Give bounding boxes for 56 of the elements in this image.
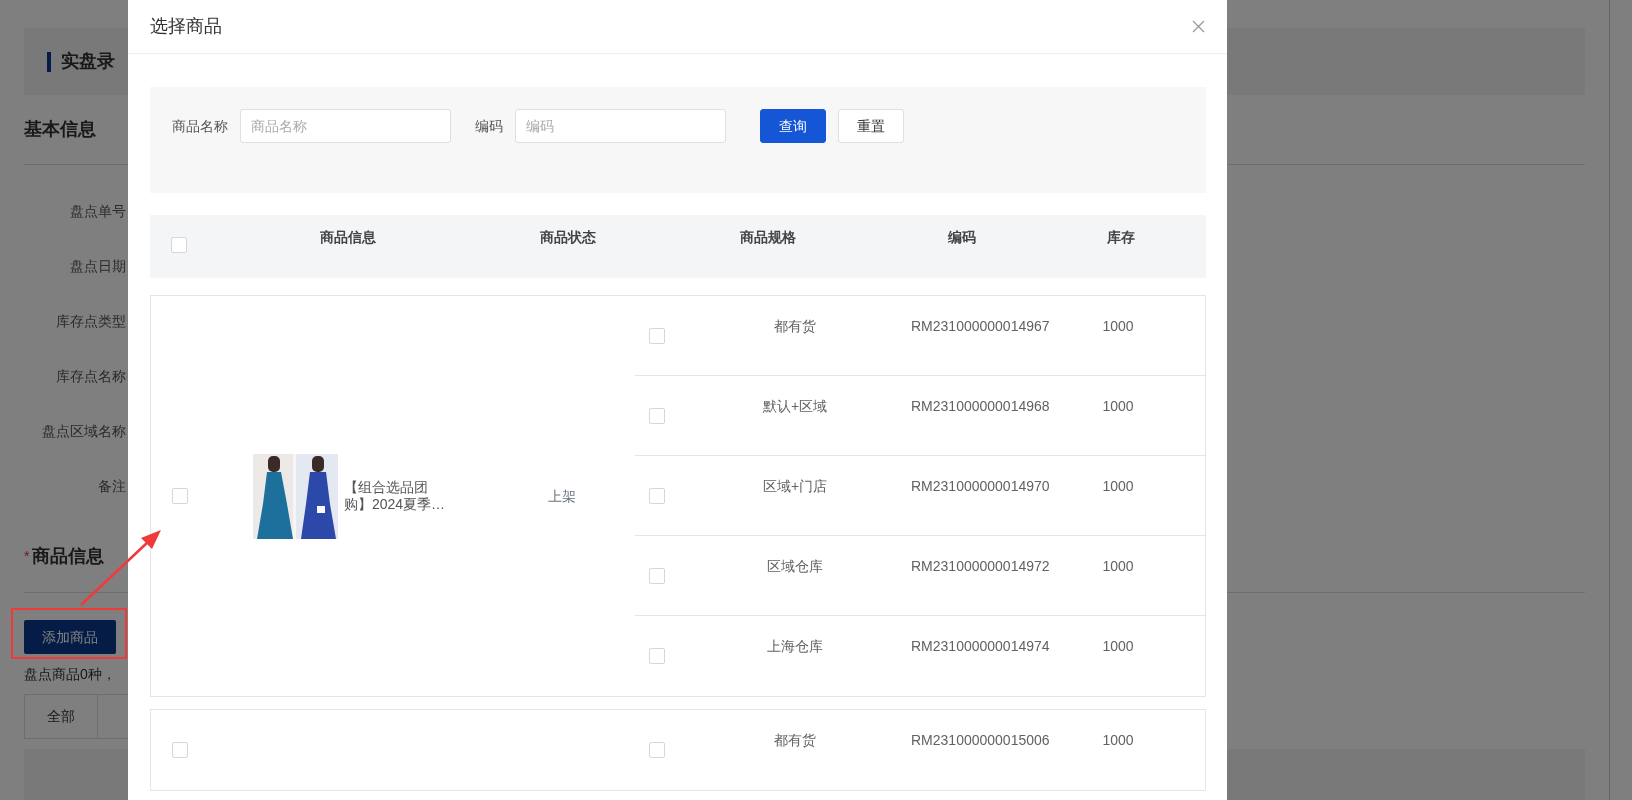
checkbox[interactable] <box>172 488 188 504</box>
column-header: 商品规格 <box>740 229 796 245</box>
code-text: RM231000000015006 <box>911 732 1050 748</box>
form-label: 备注 <box>97 477 126 496</box>
checkbox[interactable] <box>649 488 665 504</box>
column-header: 商品信息 <box>320 229 376 245</box>
section-title: 商品信息 <box>32 545 105 568</box>
checkbox[interactable] <box>649 648 665 664</box>
reset-button[interactable]: 重置 <box>838 109 904 143</box>
status-text: 上架 <box>548 486 576 506</box>
checkbox[interactable] <box>649 742 665 758</box>
spec-text: 都有货 <box>774 732 816 748</box>
add-goods-button[interactable]: 添加商品 <box>24 620 116 654</box>
dialog-title: 选择商品 <box>150 15 222 38</box>
code-text: RM231000000014974 <box>911 638 1050 654</box>
search-field[interactable]: 商品名称 <box>240 109 451 143</box>
stock-text: 1000 <box>1102 318 1134 334</box>
code-text: RM231000000014970 <box>911 478 1050 494</box>
form-label: 盘点日期 <box>69 257 126 276</box>
product-name: 【组合选品团 购】2024夏季… <box>343 479 446 513</box>
column-header: 库存 <box>1107 229 1135 245</box>
tab[interactable]: 全部 <box>24 694 98 739</box>
form-label: 库存点类型 <box>55 312 126 331</box>
stock-text: 1000 <box>1102 558 1134 574</box>
checkbox[interactable] <box>171 237 187 253</box>
section-title: 基本信息 <box>24 119 96 139</box>
form-label: 盘点单号 <box>69 202 126 221</box>
field-label: 商品名称 <box>172 117 228 136</box>
checkbox[interactable] <box>649 568 665 584</box>
search-field[interactable]: 编码 <box>515 109 726 143</box>
code-text: RM231000000014968 <box>911 398 1050 414</box>
form-label: 库存点名称 <box>55 367 126 386</box>
close-icon[interactable] <box>1192 20 1205 33</box>
checkbox[interactable] <box>172 742 188 758</box>
form-label: 盘点区域名称 <box>41 422 126 441</box>
field-label: 编码 <box>475 117 503 136</box>
column-header: 编码 <box>948 229 976 245</box>
checkbox[interactable] <box>649 328 665 344</box>
code-text: RM231000000014967 <box>911 318 1050 334</box>
column-header: 商品状态 <box>540 229 596 245</box>
stock-text: 1000 <box>1102 732 1134 748</box>
spec-text: 默认+区域 <box>762 398 828 414</box>
stock-text: 1000 <box>1102 478 1134 494</box>
summary-text: 盘点商品0种， <box>24 666 117 682</box>
search-button[interactable]: 查询 <box>760 109 826 143</box>
spec-text: 上海仓库 <box>767 638 823 654</box>
spec-text: 区域仓库 <box>767 558 823 574</box>
title-accent-bar <box>47 51 51 72</box>
required-mark: * <box>24 547 30 566</box>
spec-text: 都有货 <box>774 318 816 334</box>
checkbox[interactable] <box>649 408 665 424</box>
page-title: 实盘录 <box>61 50 115 73</box>
stock-text: 1000 <box>1102 398 1134 414</box>
code-text: RM231000000014972 <box>911 558 1050 574</box>
stock-text: 1000 <box>1102 638 1134 654</box>
spec-text: 区域+门店 <box>762 478 828 494</box>
